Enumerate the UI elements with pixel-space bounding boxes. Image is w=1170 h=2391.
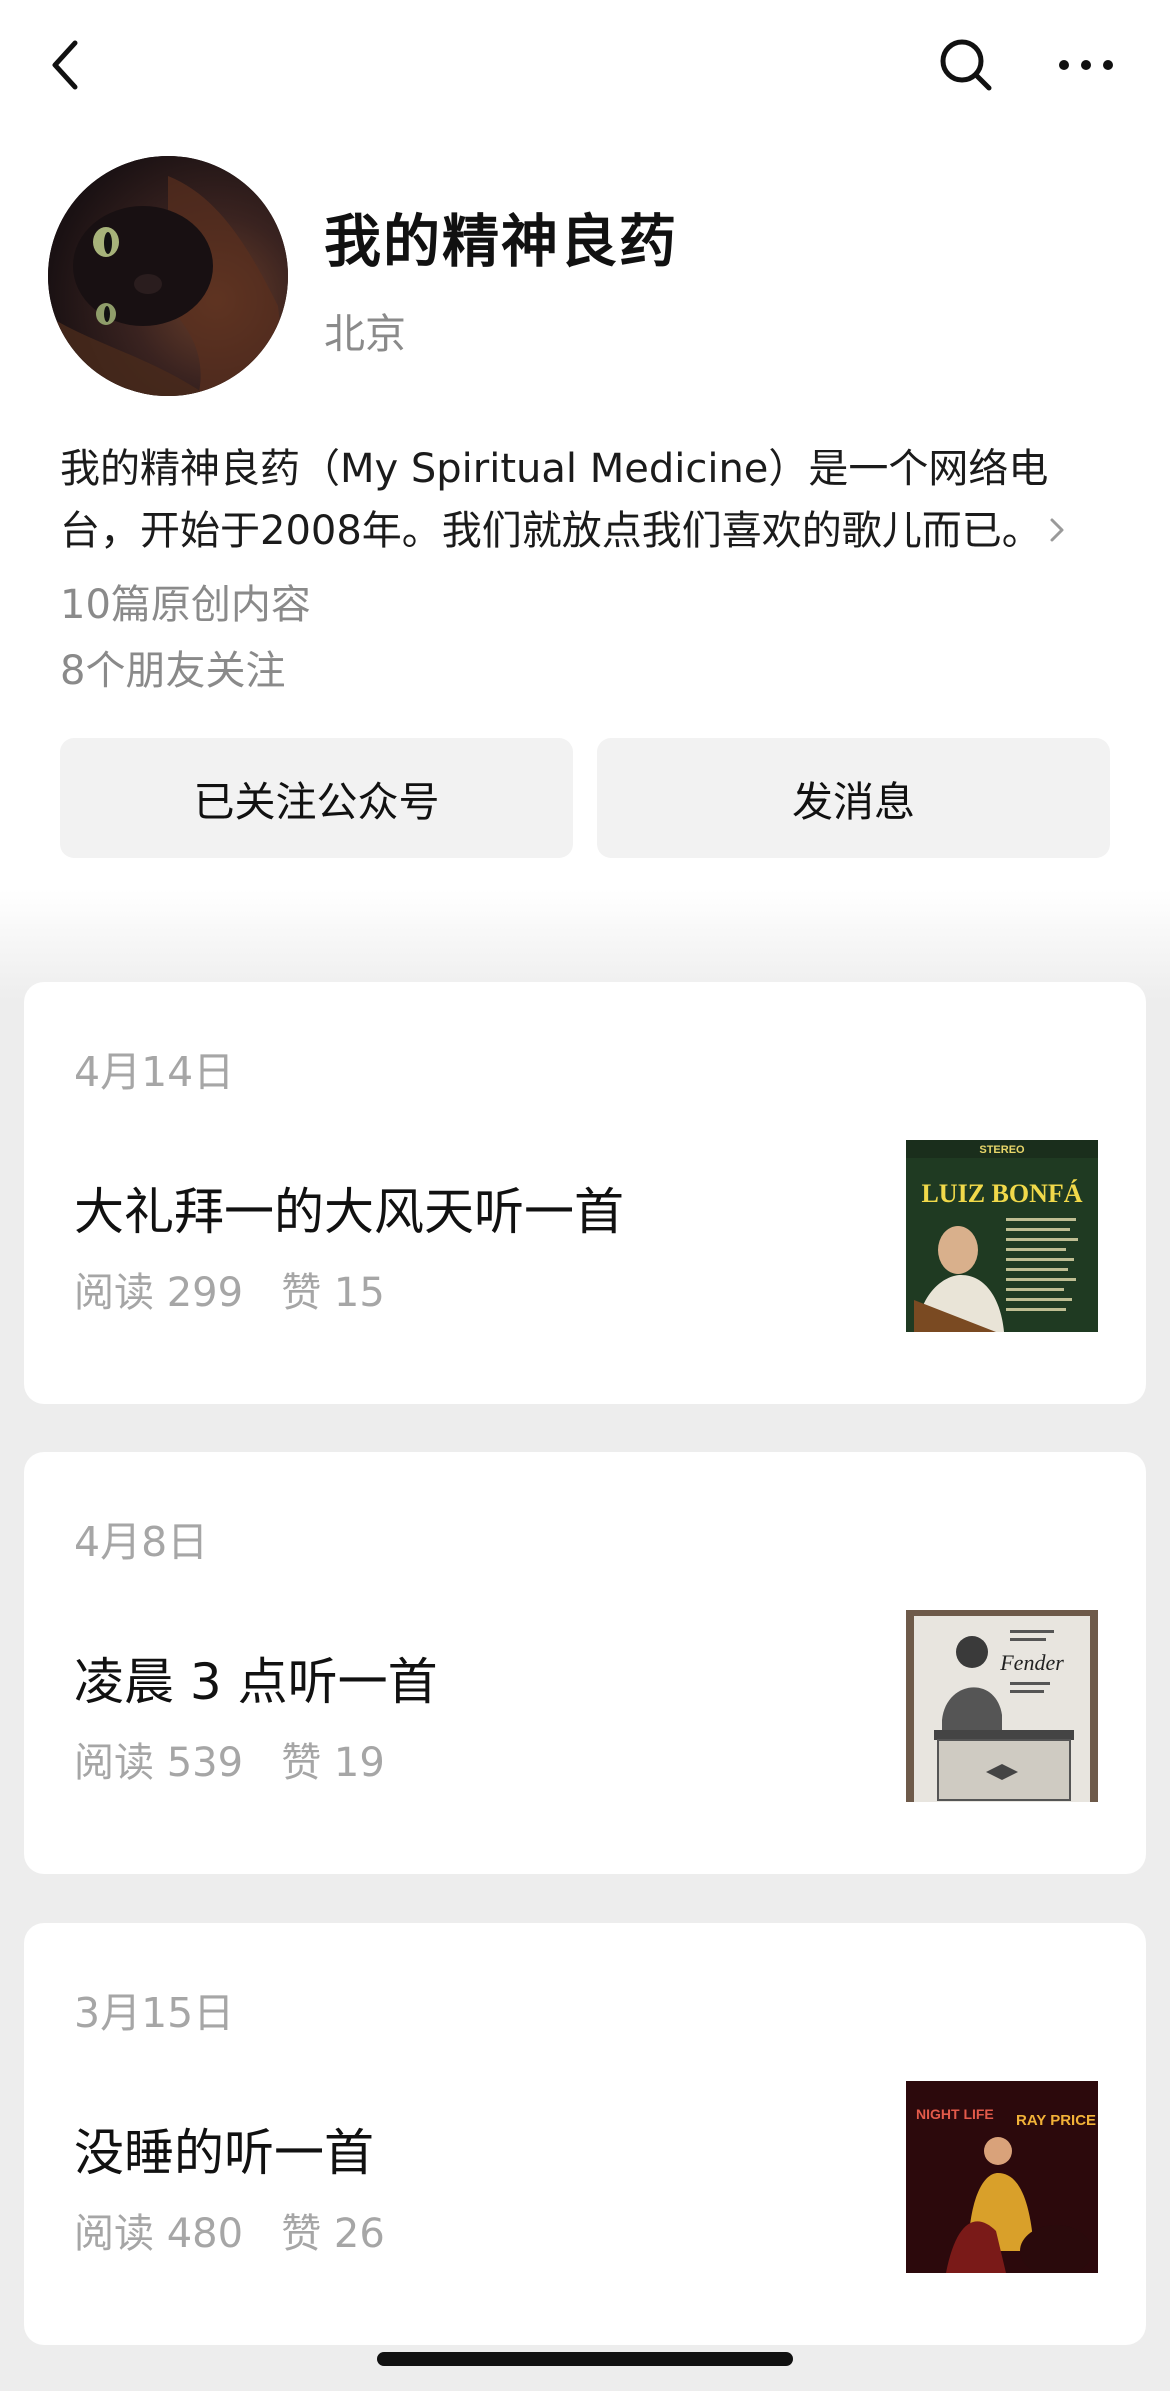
thumb-title-text: LUIZ BONFÁ	[921, 1179, 1082, 1208]
article-date: 4月8日	[74, 1518, 209, 1566]
thumb-left-text: NIGHT LIFE	[916, 2106, 994, 2122]
more-button[interactable]	[1046, 30, 1126, 100]
article-card[interactable]: 4月8日 凌晨 3 点听一首 阅读 539 赞 19 Fender	[24, 1452, 1146, 1874]
article-stats: 阅读 539 赞 19	[74, 1740, 385, 1786]
original-content-count[interactable]: 10篇原创内容	[60, 572, 311, 630]
description-text: 我的精神良药（My Spiritual Medicine）是一个网络电台，开始于…	[60, 446, 1049, 554]
home-indicator[interactable]	[377, 2352, 793, 2366]
article-stats: 阅读 480 赞 26	[74, 2211, 385, 2257]
article-thumbnail: Fender	[906, 1610, 1098, 1802]
more-dots-icon	[1059, 60, 1113, 70]
article-title: 凌晨 3 点听一首	[74, 1653, 438, 1711]
cat-avatar-image	[48, 156, 288, 396]
article-thumbnail: NIGHT LIFE RAY PRICE	[906, 2081, 1098, 2273]
account-name: 我的精神良药	[324, 209, 678, 275]
chevron-right-icon	[1046, 502, 1068, 564]
chevron-left-icon	[52, 40, 78, 90]
thumb-right-text: RAY PRICE	[1016, 2112, 1096, 2129]
friends-following-count[interactable]: 8个朋友关注	[60, 638, 285, 696]
article-title: 大礼拜一的大风天听一首	[74, 1183, 624, 1241]
followed-button[interactable]: 已关注公众号	[60, 738, 573, 858]
article-date: 4月14日	[74, 1048, 235, 1096]
thumb-top-text: STEREO	[979, 1144, 1025, 1156]
article-stats: 阅读 299 赞 15	[74, 1270, 385, 1316]
back-button[interactable]	[30, 30, 100, 100]
send-message-button[interactable]: 发消息	[597, 738, 1110, 858]
search-icon	[940, 39, 992, 91]
article-card[interactable]: 4月14日 大礼拜一的大风天听一首 阅读 299 赞 15 STEREO LUI…	[24, 982, 1146, 1404]
search-button[interactable]	[926, 30, 1006, 100]
article-thumbnail: STEREO LUIZ BONFÁ	[906, 1140, 1098, 1332]
article-date: 3月15日	[74, 1989, 235, 2037]
thumb-title-text: Fender	[999, 1650, 1064, 1675]
avatar[interactable]	[48, 156, 288, 396]
article-card[interactable]: 3月15日 没睡的听一首 阅读 480 赞 26 NIGHT LIFE RAY …	[24, 1923, 1146, 2345]
article-title: 没睡的听一首	[74, 2124, 374, 2182]
account-location: 北京	[324, 310, 406, 358]
account-description[interactable]: 我的精神良药（My Spiritual Medicine）是一个网络电台，开始于…	[60, 438, 1110, 564]
